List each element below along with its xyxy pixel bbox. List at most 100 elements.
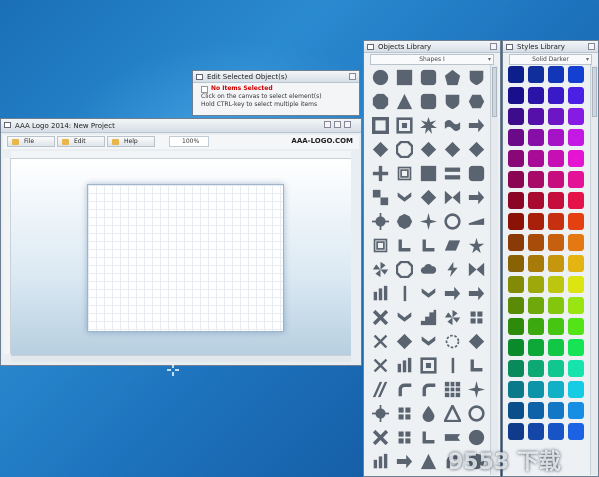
shield-shape[interactable]: [441, 90, 464, 113]
color-swatch[interactable]: [528, 192, 544, 209]
color-swatch[interactable]: [568, 66, 584, 83]
triangle-shape[interactable]: [417, 450, 440, 473]
brand-link[interactable]: AAA-LOGO.COM: [291, 137, 353, 145]
color-swatch[interactable]: [548, 276, 564, 293]
color-swatch[interactable]: [528, 171, 544, 188]
scrollbar-thumb[interactable]: [592, 67, 597, 117]
minimize-icon[interactable]: [324, 121, 331, 128]
color-swatch[interactable]: [548, 66, 564, 83]
tabs-shape[interactable]: [441, 162, 464, 185]
corner-shape[interactable]: [393, 234, 416, 257]
color-swatch[interactable]: [528, 276, 544, 293]
color-swatch[interactable]: [568, 297, 584, 314]
bolt-shape[interactable]: [441, 258, 464, 281]
corner-shape[interactable]: [417, 426, 440, 449]
stairs-shape[interactable]: [417, 306, 440, 329]
arc-shape[interactable]: [417, 378, 440, 401]
color-swatch[interactable]: [548, 339, 564, 356]
color-swatch[interactable]: [568, 255, 584, 272]
horizontal-scrollbar[interactable]: [11, 355, 351, 362]
gear-shape[interactable]: [369, 210, 392, 233]
line-shape[interactable]: [393, 282, 416, 305]
color-swatch[interactable]: [508, 360, 524, 377]
color-swatch[interactable]: [568, 339, 584, 356]
edit-menu-button[interactable]: Edit: [57, 136, 105, 147]
frame-shape[interactable]: [393, 114, 416, 137]
maximize-icon[interactable]: [334, 121, 341, 128]
color-swatch[interactable]: [508, 213, 524, 230]
rounded-square-shape[interactable]: [417, 90, 440, 113]
octagon-frame-shape[interactable]: [393, 138, 416, 161]
bowtie-shape[interactable]: [465, 258, 488, 281]
styles-titlebar[interactable]: Styles Library: [503, 41, 598, 53]
chevrons-shape[interactable]: [393, 186, 416, 209]
triangle-shape[interactable]: [393, 90, 416, 113]
rounded-square-shape[interactable]: [417, 66, 440, 89]
triangles-shape[interactable]: [441, 402, 464, 425]
objects-titlebar[interactable]: Objects Library: [364, 41, 500, 53]
styles-scrollbar[interactable]: [590, 65, 598, 475]
color-swatch[interactable]: [548, 150, 564, 167]
color-swatch[interactable]: [528, 402, 544, 419]
arrow-shape[interactable]: [465, 114, 488, 137]
color-swatch[interactable]: [528, 213, 544, 230]
color-swatch[interactable]: [568, 234, 584, 251]
circle-shape[interactable]: [369, 66, 392, 89]
color-swatch[interactable]: [568, 192, 584, 209]
line-shape[interactable]: [441, 354, 464, 377]
color-swatch[interactable]: [508, 402, 524, 419]
design-canvas[interactable]: [87, 184, 284, 332]
color-swatch[interactable]: [548, 129, 564, 146]
chevrons-shape[interactable]: [417, 282, 440, 305]
knot-shape[interactable]: [465, 306, 488, 329]
color-swatch[interactable]: [548, 402, 564, 419]
style-category-select[interactable]: Solid Darker ▾: [509, 54, 592, 65]
octagon-frame-shape[interactable]: [393, 258, 416, 281]
color-swatch[interactable]: [568, 276, 584, 293]
grid-shape[interactable]: [441, 378, 464, 401]
color-swatch[interactable]: [548, 318, 564, 335]
pinwheel-shape[interactable]: [369, 258, 392, 281]
color-swatch[interactable]: [528, 360, 544, 377]
color-swatch[interactable]: [528, 129, 544, 146]
color-swatch[interactable]: [508, 339, 524, 356]
pinwheel-shape[interactable]: [441, 306, 464, 329]
wedge-shape[interactable]: [465, 210, 488, 233]
color-swatch[interactable]: [568, 171, 584, 188]
bowtie-shape[interactable]: [441, 186, 464, 209]
rounded-square-shape[interactable]: [465, 162, 488, 185]
color-swatch[interactable]: [568, 360, 584, 377]
diamond-shape[interactable]: [465, 330, 488, 353]
color-swatch[interactable]: [548, 234, 564, 251]
panel-minimize-icon[interactable]: [490, 43, 497, 50]
color-swatch[interactable]: [548, 87, 564, 104]
shield-shape[interactable]: [465, 66, 488, 89]
color-swatch[interactable]: [548, 171, 564, 188]
color-swatch[interactable]: [508, 192, 524, 209]
hexagon-shape[interactable]: [465, 90, 488, 113]
cross-shape[interactable]: [369, 306, 392, 329]
arrow-shape[interactable]: [393, 450, 416, 473]
stripes-shape[interactable]: [369, 378, 392, 401]
drop-shape[interactable]: [417, 402, 440, 425]
color-swatch[interactable]: [528, 150, 544, 167]
color-swatch[interactable]: [548, 297, 564, 314]
color-swatch[interactable]: [528, 318, 544, 335]
color-swatch[interactable]: [568, 213, 584, 230]
square-shape[interactable]: [393, 66, 416, 89]
arrow-shape[interactable]: [465, 282, 488, 305]
plus-shape[interactable]: [369, 162, 392, 185]
octagon-shape[interactable]: [369, 90, 392, 113]
color-swatch[interactable]: [528, 66, 544, 83]
panel-minimize-icon[interactable]: [349, 73, 356, 80]
color-swatch[interactable]: [508, 66, 524, 83]
color-swatch[interactable]: [528, 297, 544, 314]
color-swatch[interactable]: [528, 234, 544, 251]
color-swatch[interactable]: [528, 108, 544, 125]
color-swatch[interactable]: [528, 381, 544, 398]
corner-shape[interactable]: [465, 354, 488, 377]
color-swatch[interactable]: [548, 423, 564, 440]
cross-shape[interactable]: [369, 426, 392, 449]
ring-shape[interactable]: [441, 330, 464, 353]
bars-shape[interactable]: [369, 450, 392, 473]
